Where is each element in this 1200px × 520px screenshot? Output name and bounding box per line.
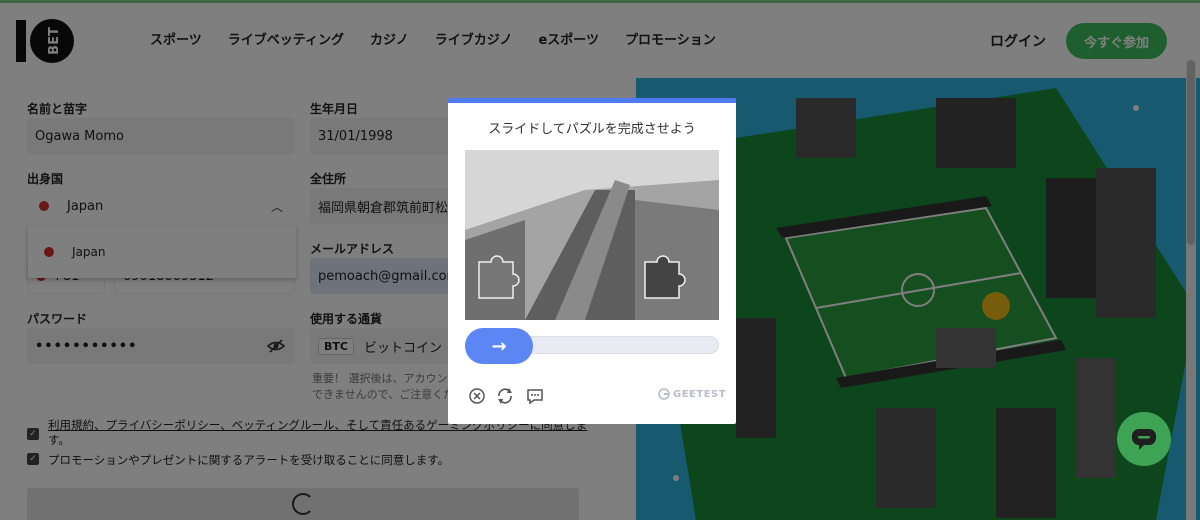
captcha-top-bar [448,98,736,103]
captcha-modal: スライドしてパズルを完成させよう → GEETEST [448,98,736,424]
feedback-icon[interactable] [526,387,544,405]
refresh-icon[interactable] [496,387,514,405]
arrow-right-icon: → [491,335,507,357]
geetest-label: GEETEST [673,388,727,400]
geetest-brand: GEETEST [658,388,726,400]
chat-icon [1132,429,1156,450]
chat-button[interactable] [1117,412,1171,466]
captcha-title: スライドしてパズルを完成させよう [488,122,696,137]
geetest-logo-icon [658,388,670,400]
captcha-puzzle-image [465,150,719,320]
close-icon[interactable] [468,387,486,405]
captcha-slider-handle[interactable]: → [465,328,533,364]
